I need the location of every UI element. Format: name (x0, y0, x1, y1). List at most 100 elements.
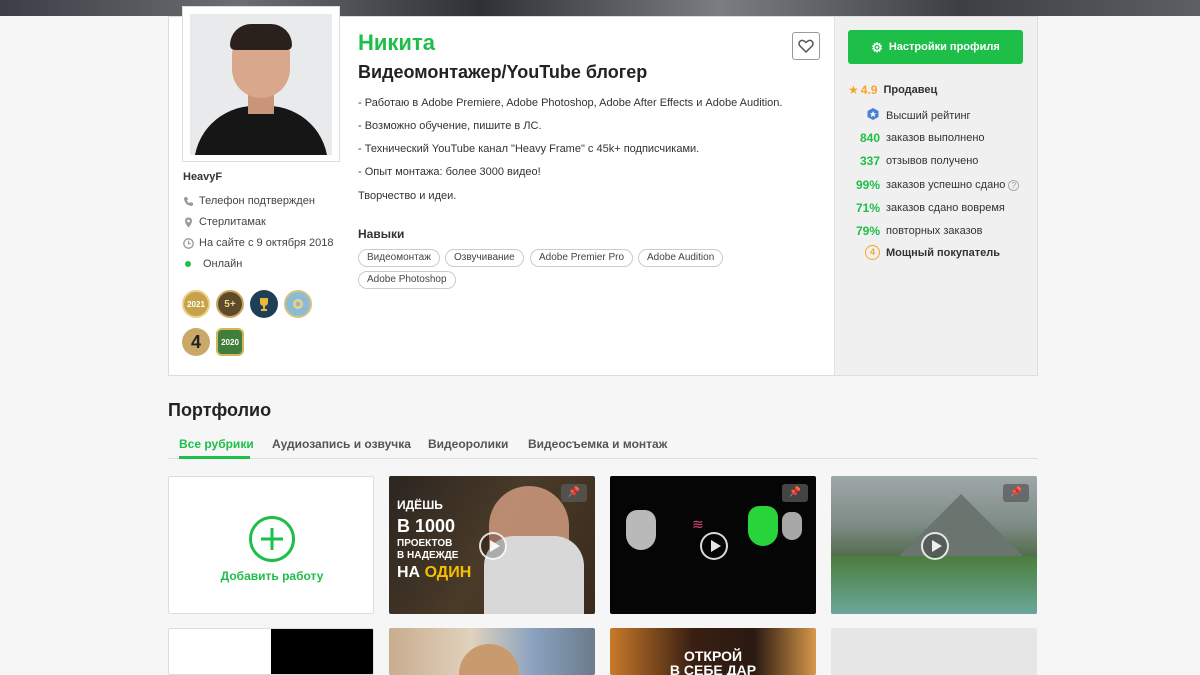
tab-video-shooting[interactable]: Видеосъемка и монтаж (528, 437, 667, 451)
profile-settings-button[interactable]: ⚙ Настройки профиля (848, 30, 1023, 64)
stat-label: заказов выполнено (886, 132, 985, 144)
tab-all-categories[interactable]: Все рубрики (179, 437, 254, 451)
stat-row: 79% повторных заказов (846, 224, 983, 238)
top-rating-icon (846, 107, 880, 124)
phone-verified: Телефон подтвержден (183, 195, 315, 207)
phone-icon (183, 196, 194, 207)
play-icon (921, 532, 949, 560)
buyer-level-number: 4 (865, 245, 880, 260)
portfolio-item[interactable]: ОТКРОЙ В СЕБЕ ДАР (610, 628, 816, 675)
pin-icon[interactable]: 📌 (782, 484, 808, 502)
play-icon (479, 532, 507, 560)
stat-label: повторных заказов (886, 225, 983, 237)
heart-icon (798, 39, 814, 53)
plus-circle-icon (249, 516, 295, 562)
online-text: Онлайн (203, 258, 243, 270)
seller-rating: ★ 4.9 Продавец (846, 83, 937, 97)
pin-icon[interactable]: 📌 (1003, 484, 1029, 502)
portfolio-item[interactable]: ≋ 📌 (610, 476, 816, 614)
trophy-icon[interactable] (250, 290, 278, 318)
skill-chip[interactable]: Adobe Audition (638, 249, 724, 267)
stat-row: 337 отзывов получено (846, 154, 978, 168)
favorite-button[interactable] (792, 32, 820, 60)
cover-banner (0, 0, 1200, 16)
badge-2020-300-icon[interactable]: 2020 (216, 328, 244, 356)
pin-icon[interactable]: 📌 (561, 484, 587, 502)
star-icon: ★ (848, 83, 859, 97)
gear-icon: ⚙ (871, 39, 883, 55)
badge-5plus-icon[interactable]: 5+ (216, 290, 244, 318)
stats-panel (834, 16, 1038, 376)
tabs-divider (168, 458, 1038, 459)
top-rating: Высший рейтинг (846, 107, 971, 124)
online-dot-icon (185, 261, 191, 267)
badge-2020-text: 2020 (221, 337, 239, 347)
portfolio-item[interactable]: 📌 (831, 476, 1037, 614)
seller-role: Продавец (883, 84, 938, 96)
description-line: - Технический YouTube канал "Heavy Frame… (358, 143, 700, 155)
stat-value: 99% (855, 178, 880, 192)
stat-value: 337 (859, 154, 880, 168)
badge-level-4-icon[interactable]: 4 (182, 328, 210, 356)
rating-value: 4.9 (860, 83, 878, 97)
add-work-tile[interactable]: Добавить работу (168, 476, 374, 614)
add-work-label: Добавить работу (220, 569, 324, 583)
thumb-text: НА ОДИН (397, 564, 472, 581)
profile-settings-label: Настройки профиля (888, 41, 1000, 53)
buyer-level-icon: 4 (846, 245, 880, 260)
portfolio-item[interactable] (168, 628, 374, 675)
help-icon[interactable]: ? (1008, 179, 1020, 191)
clock-icon (183, 237, 194, 249)
top-rating-label: Высший рейтинг (886, 109, 971, 122)
buyer-level-label: Мощный покупатель (886, 246, 1001, 259)
portfolio-item[interactable] (831, 628, 1037, 675)
location: Стерлитамак (183, 216, 266, 228)
tab-videos[interactable]: Видеоролики (428, 437, 508, 451)
stat-value: 71% (855, 201, 880, 215)
stat-row: 840 заказов выполнено (846, 131, 985, 145)
stat-value: 840 (859, 131, 880, 145)
thumb-text: В СЕБЕ ДАР (669, 662, 757, 675)
phone-text: Телефон подтвержден (199, 195, 315, 207)
medal-blue-icon[interactable] (284, 290, 312, 318)
stat-row: 99% заказов успешно сдано ? (846, 178, 1020, 192)
description-line: - Опыт монтажа: более 3000 видео! (358, 166, 541, 178)
avatar[interactable] (182, 6, 340, 162)
member-since: На сайте с 9 октября 2018 (183, 237, 334, 249)
active-tab-indicator (179, 456, 250, 459)
location-pin-icon (183, 217, 194, 228)
badge-level-text: 4 (190, 331, 201, 352)
skill-chip[interactable]: Adobe Premier Pro (530, 249, 634, 267)
thumb-text: ИДЁШЬ (397, 498, 443, 512)
profile-name: Никита (358, 30, 435, 55)
stat-label: заказов успешно сдано (886, 179, 1006, 191)
stat-label: заказов сдано вовремя (886, 202, 1005, 214)
skill-chip[interactable]: Видеомонтаж (358, 249, 440, 267)
city-text: Стерлитамак (199, 216, 266, 228)
tab-audio[interactable]: Аудиозапись и озвучка (272, 437, 411, 451)
play-icon (700, 532, 728, 560)
stat-row: 71% заказов сдано вовремя (846, 201, 1005, 215)
profile-headline: Видеомонтажер/YouTube блогер (358, 62, 648, 82)
username: HeavyF (183, 171, 223, 183)
portfolio-item[interactable] (389, 628, 595, 675)
description-line: - Работаю в Adobe Premiere, Adobe Photos… (358, 97, 783, 109)
description-line: - Возможно обучение, пишите в ЛС. (358, 120, 542, 132)
stat-label: отзывов получено (886, 155, 979, 167)
badge-5plus-text: 5+ (224, 298, 236, 310)
skills-heading: Навыки (358, 227, 405, 241)
thumb-text: В 1000 (397, 516, 456, 536)
thumb-text: ПРОЕКТОВ (397, 538, 453, 549)
portfolio-item[interactable]: ИДЁШЬ В 1000 ПРОЕКТОВ В НАДЕЖДЕ НА ОДИН … (389, 476, 595, 614)
member-since-text: На сайте с 9 октября 2018 (199, 237, 334, 249)
stat-value: 79% (855, 224, 880, 238)
skill-chip[interactable]: Adobe Photoshop (358, 271, 456, 289)
buyer-level: 4 Мощный покупатель (846, 245, 1000, 260)
badge-2021-text: 2021 (187, 299, 205, 309)
avatar-photo (190, 14, 332, 155)
portfolio-heading: Портфолио (168, 400, 272, 420)
online-status: Онлайн (183, 258, 242, 270)
description-line: Творчество и идеи. (358, 190, 457, 202)
badge-2021-100-icon[interactable]: 2021 (182, 290, 210, 318)
skill-chip[interactable]: Озвучивание (445, 249, 524, 267)
